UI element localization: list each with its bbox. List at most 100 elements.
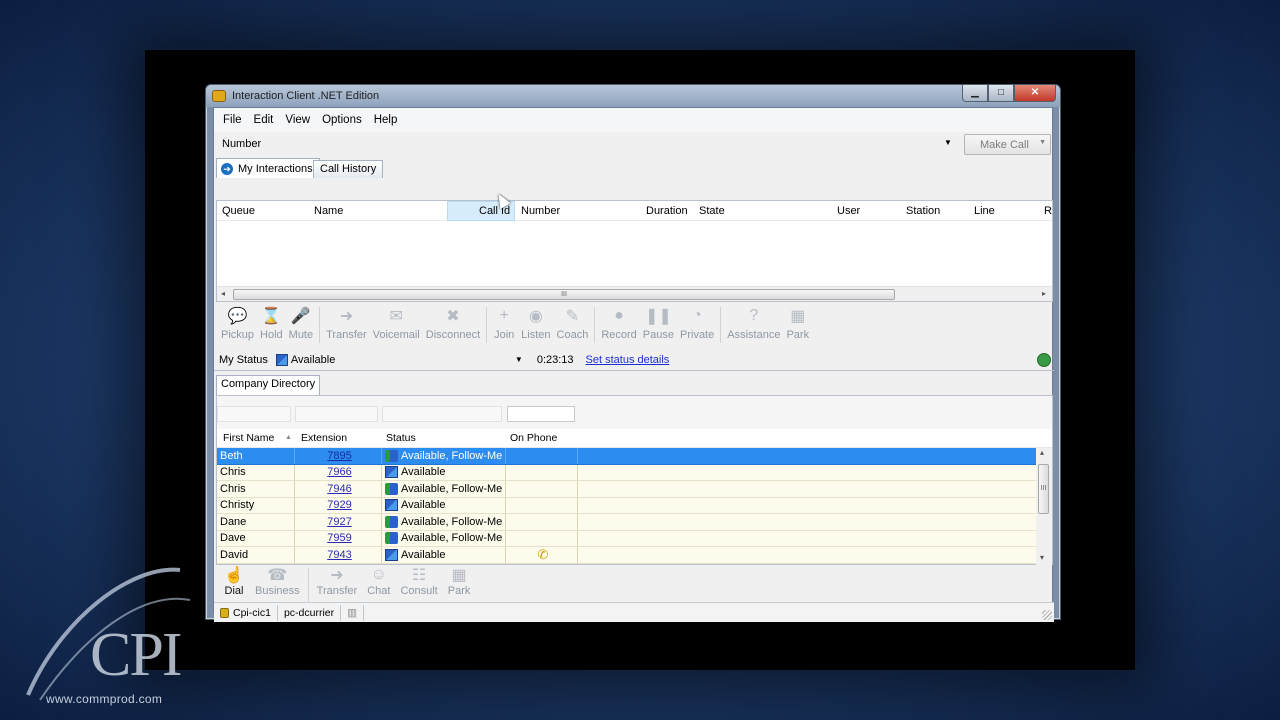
pickup-button[interactable]: 💬 Pickup [218,303,257,341]
col-duration[interactable]: Duration [646,205,688,217]
directory-header: First Name ▲ Extension Status On Phone [217,429,1052,448]
col-state[interactable]: State [699,205,725,217]
scroll-up-icon[interactable]: ▴ [1040,448,1044,457]
consult-dir-button[interactable]: ☷ Consult [395,564,442,597]
menu-file[interactable]: File [223,114,242,126]
interaction-tabs: ➜ My Interactions Call History [214,158,1052,178]
col-on-phone[interactable]: On Phone [510,432,557,444]
available-icon [385,548,398,561]
col-user[interactable]: User [837,205,860,217]
my-status-select[interactable]: Available [291,354,515,366]
join-label: Join [494,329,515,341]
pause-button[interactable]: ❚❚ Pause [640,303,677,341]
transfer-button[interactable]: ➜ Transfer [323,303,370,341]
extension-link[interactable]: 7929 [327,499,351,511]
phone-status-icon: ▥ [347,606,358,619]
scroll-thumb[interactable]: III [233,289,895,300]
col-first-name[interactable]: First Name [223,432,274,444]
horizontal-scrollbar[interactable]: ◂ III ▸ [217,286,1052,301]
private-button[interactable]: ◔ Private [677,303,717,341]
vertical-scrollbar[interactable]: ▴ III ▾ [1036,448,1052,565]
extension-link[interactable]: 7895 [327,450,351,462]
pause-icon: ❚❚ [644,308,672,325]
directory-row[interactable]: Beth 7895 Available, Follow-Me [217,448,1052,465]
minimize-button[interactable]: ▁ [962,85,988,102]
join-button[interactable]: + Join [490,303,518,341]
dial-hand-icon: ☝ [224,567,244,584]
toolbar-separator [594,307,596,343]
col-extension[interactable]: Extension [301,432,347,444]
col-number[interactable]: Number [521,205,560,217]
extension-link[interactable]: 7959 [327,532,351,544]
scroll-right-icon[interactable]: ▸ [1042,289,1046,298]
coach-button[interactable]: ✎ Coach [554,303,592,341]
filter-status[interactable] [382,406,502,422]
client-area: File Edit View Options Help Number ▼ Mak… [213,107,1054,622]
cell-extension: 7943 [295,547,382,563]
hold-button[interactable]: ⌛ Hold [257,303,286,341]
filter-on-phone[interactable] [507,406,575,422]
record-button[interactable]: ● Record [598,303,639,341]
park-icon: ▦ [451,567,467,584]
col-queue[interactable]: Queue [222,205,255,217]
extension-link[interactable]: 7943 [327,549,351,561]
col-call-id[interactable]: Call Id [479,205,510,217]
number-input[interactable] [266,135,956,154]
make-call-button[interactable]: Make Call ▼ [964,134,1051,155]
menu-help[interactable]: Help [374,114,398,126]
scroll-left-icon[interactable]: ◂ [221,289,225,298]
cell-status: Available [382,547,506,563]
directory-row[interactable]: Chris 7946 Available, Follow-Me [217,481,1052,498]
user-status-icon[interactable] [1037,353,1051,367]
menu-options[interactable]: Options [322,114,362,126]
directory-row[interactable]: Dane 7927 Available, Follow-Me [217,514,1052,531]
listen-label: Listen [521,329,551,341]
park-button[interactable]: ▦ Park [783,303,812,341]
menu-view[interactable]: View [285,114,310,126]
transfer-dir-button[interactable]: ➜ Transfer [312,564,363,597]
business-dir-button[interactable]: ☎ Business [250,564,305,597]
station-panel: pc-dcurrier [278,604,342,621]
chevron-down-icon[interactable]: ▼ [515,355,523,364]
directory-row[interactable]: Chris 7966 Available [217,464,1052,481]
park-dir-button[interactable]: ▦ Park [443,564,476,597]
assistance-button[interactable]: ? Assistance [724,303,783,341]
voicemail-button[interactable]: ✉ Voicemail [370,303,423,341]
coach-label: Coach [556,329,589,341]
directory-row[interactable]: Christy 7929 Available [217,497,1052,514]
scroll-thumb[interactable]: III [1038,464,1049,514]
scroll-down-icon[interactable]: ▾ [1040,553,1044,562]
listen-button[interactable]: ◉ Listen [518,303,553,341]
col-line[interactable]: Line [974,205,995,217]
close-button[interactable]: ✕ [1014,85,1056,102]
maximize-button[interactable]: □ [988,85,1014,102]
cell-filler [578,481,1052,497]
tab-my-interactions[interactable]: ➜ My Interactions [216,158,320,178]
interactions-header: Queue Name Call Id Number Duration State… [217,190,1052,221]
col-name[interactable]: Name [314,205,343,217]
directory-row[interactable]: Dave 7959 Available, Follow-Me [217,530,1052,547]
status-text: Available [401,499,446,512]
mute-button[interactable]: 🎤 Mute [286,303,316,341]
tab-company-directory[interactable]: Company Directory [216,375,321,395]
tab-call-history[interactable]: Call History [313,160,384,178]
extension-link[interactable]: 7946 [327,483,351,495]
col-r[interactable]: R [1044,205,1052,217]
extension-link[interactable]: 7927 [327,516,351,528]
col-station[interactable]: Station [906,205,940,217]
dial-dir-button[interactable]: ☝ Dial [218,564,250,597]
menu-edit[interactable]: Edit [254,114,274,126]
chat-dir-button[interactable]: ☺ Chat [362,564,395,597]
filter-first-name[interactable] [217,406,291,422]
col-status[interactable]: Status [386,432,416,444]
disconnect-label: Disconnect [425,329,481,341]
extension-link[interactable]: 7966 [327,466,351,478]
resize-grip-icon[interactable] [1042,610,1052,620]
filter-extension[interactable] [295,406,378,422]
directory-row[interactable]: David 7943 Available ✆ [217,547,1052,564]
cell-filler [578,498,1052,514]
set-status-details-link[interactable]: Set status details [586,354,670,366]
cell-status: Available, Follow-Me [382,514,506,530]
number-dropdown-icon[interactable]: ▼ [944,138,952,147]
disconnect-button[interactable]: ✖ Disconnect [423,303,483,341]
